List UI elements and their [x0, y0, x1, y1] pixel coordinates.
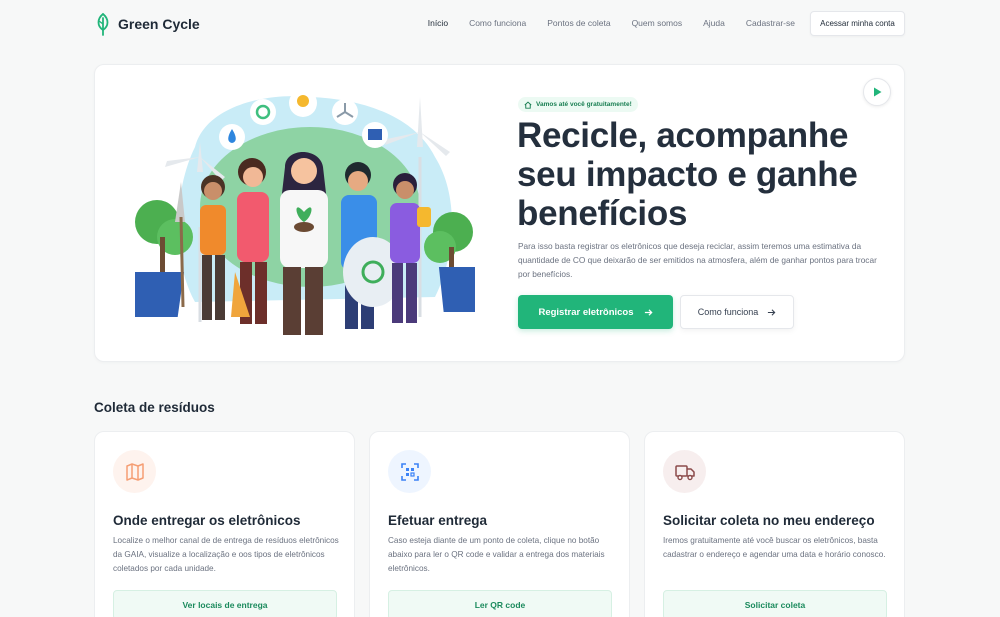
card-icon-wrap — [113, 450, 156, 493]
card-description: Iremos gratuitamente até você buscar os … — [663, 536, 886, 559]
home-icon — [524, 101, 532, 109]
request-pickup-button[interactable]: Solicitar coleta — [663, 590, 887, 617]
top-navbar: Green Cycle Início Como funciona Pontos … — [0, 0, 1000, 48]
leaf-logo-icon — [97, 12, 109, 36]
read-qr-code-button[interactable]: Ler QR code — [388, 590, 612, 617]
section-title: Coleta de resíduos — [94, 400, 215, 415]
arrow-right-icon — [768, 308, 776, 316]
nav-link-ajuda[interactable]: Ajuda — [703, 18, 725, 28]
truck-icon — [674, 464, 695, 480]
arrow-right-icon — [644, 308, 653, 316]
card-title: Efetuar entrega — [388, 513, 488, 528]
card-title: Solicitar coleta no meu endereço — [663, 513, 875, 528]
hero-description: Para isso basta registrar os eletrônicos… — [518, 241, 877, 279]
view-delivery-locations-button[interactable]: Ver locais de entrega — [113, 590, 337, 617]
badge-text: Vamos até você gratuitamente! — [536, 101, 632, 108]
map-icon — [125, 462, 144, 481]
nav-link-cadastrar[interactable]: Cadastrar-se — [746, 18, 795, 28]
nav-links: Início Como funciona Pontos de coleta Qu… — [428, 18, 795, 28]
how-it-works-label: Como funciona — [697, 307, 759, 317]
card-description: Localize o melhor canal de de entrega de… — [113, 536, 339, 573]
card-delivery-locations: Onde entregar os eletrônicos Localize o … — [94, 431, 355, 617]
hero-title: Recicle, acompanhe seu impacto e ganhe b… — [517, 116, 858, 233]
recycling-people-illustration — [135, 89, 475, 335]
account-button[interactable]: Acessar minha conta — [810, 11, 905, 36]
play-video-button[interactable] — [863, 78, 891, 106]
card-icon-wrap — [388, 450, 431, 493]
free-pickup-badge: Vamos até você gratuitamente! — [518, 97, 638, 112]
nav-link-como-funciona[interactable]: Como funciona — [469, 18, 526, 28]
card-title: Onde entregar os eletrônicos — [113, 513, 301, 528]
card-request-pickup: Solicitar coleta no meu endereço Iremos … — [644, 431, 905, 617]
hero-card: Vamos até você gratuitamente! Recicle, a… — [94, 64, 905, 362]
register-electronics-label: Registrar eletrônicos — [538, 306, 634, 318]
brand-logo[interactable]: Green Cycle — [94, 12, 200, 36]
register-electronics-button[interactable]: Registrar eletrônicos — [518, 295, 673, 329]
brand-name: Green Cycle — [118, 16, 200, 32]
how-it-works-button[interactable]: Como funciona — [680, 295, 794, 329]
card-make-delivery: Efetuar entrega Caso esteja diante de um… — [369, 431, 630, 617]
nav-link-pontos-de-coleta[interactable]: Pontos de coleta — [547, 18, 610, 28]
nav-link-inicio[interactable]: Início — [428, 18, 448, 28]
qr-scan-icon — [400, 462, 419, 481]
card-description: Caso esteja diante de um ponto de coleta… — [388, 536, 605, 573]
play-icon — [874, 87, 882, 97]
card-icon-wrap — [663, 450, 706, 493]
nav-link-quem-somos[interactable]: Quem somos — [632, 18, 683, 28]
